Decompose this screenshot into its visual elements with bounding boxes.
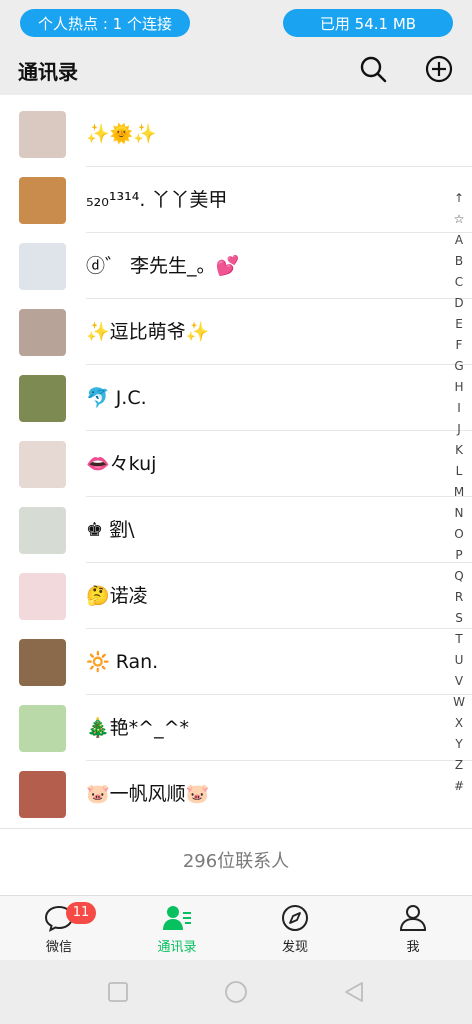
hotspot-pill[interactable]: 个人热点 : 1 个连接 xyxy=(20,9,190,37)
contact-name: ♚ 劉\ xyxy=(86,519,135,541)
index-letter[interactable]: M xyxy=(448,482,470,503)
index-letter[interactable]: Y xyxy=(448,734,470,755)
contact-name: ✨🌞✨ xyxy=(86,123,157,145)
contact-name: ⓓ゛ 李先生_。💕 xyxy=(86,255,240,277)
tab-contacts[interactable]: 通讯录 xyxy=(118,896,236,960)
avatar xyxy=(19,309,66,356)
index-letter[interactable]: F xyxy=(448,335,470,356)
tab-label: 通讯录 xyxy=(157,940,197,955)
index-letter[interactable]: N xyxy=(448,503,470,524)
contact-row[interactable]: ✨🌞✨ xyxy=(0,101,472,167)
avatar xyxy=(19,507,66,554)
index-letter[interactable]: # xyxy=(448,776,470,797)
tab-me[interactable]: 我 xyxy=(354,896,472,960)
header: 通讯录 xyxy=(0,46,472,94)
tab-discover[interactable]: 发现 xyxy=(236,896,354,960)
contact-row[interactable]: 🐬 J.C. xyxy=(0,365,472,431)
contact-row[interactable]: 👄々kuj xyxy=(0,431,472,497)
status-bar: 个人热点 : 1 个连接 已用 54.1 MB xyxy=(0,0,472,46)
contacts-icon xyxy=(163,906,191,930)
avatar xyxy=(19,573,66,620)
tab-label: 我 xyxy=(406,940,420,955)
contact-row[interactable]: 🔆 Ran. xyxy=(0,629,472,695)
index-letter[interactable]: U xyxy=(448,650,470,671)
contact-name: 🐬 J.C. xyxy=(86,387,147,409)
index-letter[interactable]: O xyxy=(448,524,470,545)
index-letter[interactable]: E xyxy=(448,314,470,335)
index-letter[interactable]: D xyxy=(448,293,470,314)
contact-name: 🎄艳*^_^* xyxy=(86,717,189,739)
contact-name: ₅₂₀¹³¹⁴. 丫丫美甲 xyxy=(86,189,228,211)
contact-name: ✨逗比萌爷✨ xyxy=(86,321,210,343)
unread-badge: 11 xyxy=(66,902,96,924)
contact-count: 296位联系人 xyxy=(182,851,290,872)
index-letter[interactable]: P xyxy=(448,545,470,566)
index-letter[interactable]: B xyxy=(448,251,470,272)
tab-label: 发现 xyxy=(281,940,308,955)
index-letter[interactable]: C xyxy=(448,272,470,293)
index-letter[interactable]: X xyxy=(448,713,470,734)
contact-name: 🤔诺凌 xyxy=(86,585,148,607)
contact-list[interactable]: ✨🌞✨ ₅₂₀¹³¹⁴. 丫丫美甲 ⓓ゛ 李先生_。💕 ✨逗比萌爷✨ 🐬 J.C… xyxy=(0,95,472,828)
hotspot-label: 个人热点 : 1 个连接 xyxy=(38,14,172,33)
index-letter[interactable]: ☆ xyxy=(448,209,470,230)
avatar xyxy=(19,177,66,224)
contact-row[interactable]: 🎄艳*^_^* xyxy=(0,695,472,761)
contact-name: 🐷一帆风顺🐷 xyxy=(86,783,210,805)
index-letter[interactable]: L xyxy=(448,461,470,482)
contact-row[interactable]: ₅₂₀¹³¹⁴. 丫丫美甲 xyxy=(0,167,472,233)
search-icon[interactable] xyxy=(357,53,389,85)
index-letter[interactable]: T xyxy=(448,629,470,650)
data-usage-pill[interactable]: 已用 54.1 MB xyxy=(283,9,453,37)
avatar xyxy=(19,375,66,422)
index-letter[interactable]: I xyxy=(448,398,470,419)
index-letter[interactable]: ↑ xyxy=(448,188,470,209)
index-letter[interactable]: J xyxy=(448,419,470,440)
contact-name: 👄々kuj xyxy=(86,453,157,475)
compass-icon xyxy=(282,905,308,931)
contact-row[interactable]: ✨逗比萌爷✨ xyxy=(0,299,472,365)
contact-name: 🔆 Ran. xyxy=(86,651,159,673)
index-letter[interactable]: R xyxy=(448,587,470,608)
index-letter[interactable]: H xyxy=(448,377,470,398)
home-icon[interactable] xyxy=(224,980,248,1004)
avatar xyxy=(19,243,66,290)
avatar xyxy=(19,771,66,818)
index-letter[interactable]: W xyxy=(448,692,470,713)
recent-apps-icon[interactable] xyxy=(106,980,130,1004)
index-letter[interactable]: S xyxy=(448,608,470,629)
contact-row[interactable]: 🐷一帆风顺🐷 xyxy=(0,761,472,827)
system-nav-bar xyxy=(0,960,472,1024)
back-icon[interactable] xyxy=(342,980,366,1004)
index-letter[interactable]: K xyxy=(448,440,470,461)
contact-row[interactable]: ♚ 劉\ xyxy=(0,497,472,563)
avatar xyxy=(19,705,66,752)
avatar xyxy=(19,441,66,488)
data-usage-label: 已用 54.1 MB xyxy=(319,14,417,33)
contact-row[interactable]: ⓓ゛ 李先生_。💕 xyxy=(0,233,472,299)
alphabet-index[interactable]: ↑ ☆ A B C D E F G H I J K L M N O P Q R S T U V W X Y Z # xyxy=(448,188,470,797)
index-letter[interactable]: G xyxy=(448,356,470,377)
index-letter[interactable]: Z xyxy=(448,755,470,776)
contact-row[interactable]: 🤔诺凌 xyxy=(0,563,472,629)
tab-chats[interactable]: 11 微信 xyxy=(0,896,118,960)
tab-label: 微信 xyxy=(45,940,72,955)
index-letter[interactable]: V xyxy=(448,671,470,692)
avatar xyxy=(19,639,66,686)
page-title: 通讯录 xyxy=(18,60,78,84)
index-letter[interactable]: Q xyxy=(448,566,470,587)
person-icon xyxy=(399,905,427,931)
avatar xyxy=(19,111,66,158)
tab-bar: 11 微信 通讯录 发现 我 xyxy=(0,895,472,960)
contact-count-bar: 296位联系人 xyxy=(0,828,472,896)
add-icon[interactable] xyxy=(423,53,455,85)
index-letter[interactable]: A xyxy=(448,230,470,251)
